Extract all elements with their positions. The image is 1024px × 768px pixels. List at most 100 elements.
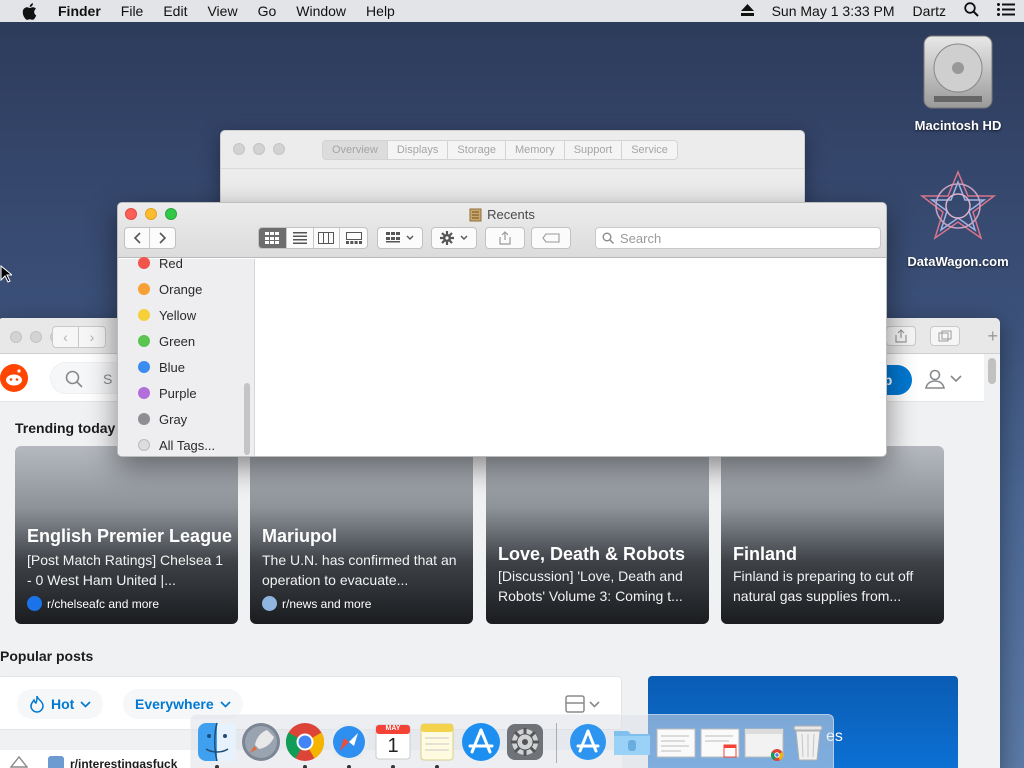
forward-icon[interactable] — [150, 228, 175, 248]
finder-title: Recents — [118, 207, 886, 222]
minimize-button[interactable] — [30, 331, 42, 343]
layout-toggle-button[interactable] — [565, 695, 600, 713]
trending-card-mariupol[interactable]: Mariupol The U.N. has confirmed that an … — [250, 446, 473, 624]
card-subreddit-label: r/chelseafc and more — [47, 596, 160, 611]
menu-app-name[interactable]: Finder — [48, 0, 111, 22]
menu-view[interactable]: View — [197, 0, 247, 22]
safari-icon[interactable] — [328, 721, 370, 763]
document-icon[interactable] — [655, 721, 697, 763]
sidebar-tag-purple[interactable]: Purple — [138, 383, 197, 403]
trending-card-love-death-robots[interactable]: Love, Death & Robots [Discussion] 'Love,… — [486, 446, 709, 624]
sidebar-all-tags[interactable]: All Tags... — [138, 435, 215, 455]
calendar-icon[interactable]: MAY 1 — [372, 721, 414, 763]
close-button[interactable] — [10, 331, 22, 343]
minimize-button[interactable] — [253, 143, 265, 155]
icon-view-icon[interactable] — [259, 228, 287, 248]
sidebar-tag-blue[interactable]: Blue — [138, 357, 185, 377]
finder-icon[interactable] — [196, 721, 238, 763]
user-icon — [925, 369, 945, 389]
divider — [221, 168, 804, 169]
list-view-icon[interactable] — [287, 228, 314, 248]
tag-color-dot — [138, 387, 150, 399]
system-preferences-icon[interactable] — [504, 721, 546, 763]
finder-content-area[interactable] — [256, 259, 886, 456]
back-icon[interactable]: ‹ — [53, 327, 79, 347]
menu-go[interactable]: Go — [248, 0, 287, 22]
tab-storage[interactable]: Storage — [448, 141, 506, 159]
sort-hot-button[interactable]: Hot — [17, 689, 104, 719]
apple-menu-icon[interactable] — [18, 0, 40, 22]
subreddit-icon — [27, 596, 42, 611]
back-icon[interactable] — [125, 228, 151, 248]
menu-file[interactable]: File — [111, 0, 154, 22]
user-menu-button[interactable] — [924, 368, 962, 390]
chrome-icon[interactable] — [284, 721, 326, 763]
menu-edit[interactable]: Edit — [153, 0, 197, 22]
desktop-icon-macintosh-hd[interactable]: Macintosh HD — [898, 32, 1018, 133]
sidebar-scrollbar[interactable] — [244, 383, 250, 455]
subreddit-icon — [48, 756, 64, 768]
card-description: The U.N. has confirmed that an operation… — [262, 552, 457, 588]
window-title: Recents — [487, 207, 535, 222]
scrollbar-thumb[interactable] — [988, 358, 996, 384]
card-subreddit-label: r/news and more — [282, 596, 372, 611]
tab-overview[interactable]: Overview — [323, 141, 388, 159]
desktop-icon-datawagon[interactable]: DataWagon.com — [898, 168, 1018, 269]
clock[interactable]: Sun May 1 3:33 PM — [763, 3, 904, 19]
upvote-icon[interactable] — [10, 756, 28, 768]
column-view-icon[interactable] — [314, 228, 341, 248]
reddit-logo-icon[interactable] — [0, 364, 28, 392]
trending-card-premier-league[interactable]: English Premier League [Post Match Ratin… — [15, 446, 238, 624]
share-button[interactable] — [485, 227, 525, 249]
menu-window[interactable]: Window — [286, 0, 356, 22]
action-button[interactable] — [431, 227, 477, 249]
app-store-icon[interactable] — [460, 721, 502, 763]
card-description: [Discussion] 'Love, Death and Robots' Vo… — [498, 568, 683, 604]
sidebar-tag-gray[interactable]: Gray — [138, 409, 187, 429]
group-by-button[interactable] — [377, 227, 423, 249]
window-controls — [233, 143, 285, 155]
sidebar-tag-green[interactable]: Green — [138, 331, 195, 351]
new-tab-icon[interactable]: + — [987, 326, 998, 347]
trash-icon[interactable] — [787, 721, 829, 763]
tabs-overview-icon[interactable] — [930, 326, 960, 346]
close-button[interactable] — [233, 143, 245, 155]
notification-center-icon[interactable] — [988, 3, 1024, 19]
sidebar-tag-orange[interactable]: Orange — [138, 279, 202, 299]
share-icon[interactable] — [886, 326, 916, 346]
tab-service[interactable]: Service — [622, 141, 677, 159]
launchpad-icon[interactable] — [240, 721, 282, 763]
post-subreddit[interactable]: r/interestingasfuck — [70, 757, 177, 768]
app-store-downloads-icon[interactable] — [567, 721, 609, 763]
tab-displays[interactable]: Displays — [387, 141, 449, 159]
folder-icon[interactable] — [611, 721, 653, 763]
card-subreddit: r/news and more — [262, 596, 371, 611]
chevron-down-icon — [950, 375, 962, 383]
spotlight-search-icon[interactable] — [955, 2, 988, 20]
user-name[interactable]: Dartz — [904, 3, 955, 19]
chevron-down-icon — [80, 700, 91, 708]
zoom-button[interactable] — [273, 143, 285, 155]
popular-posts-heading: Popular posts — [0, 648, 94, 664]
finder-search-field[interactable]: Search — [595, 227, 881, 249]
gear-icon — [432, 228, 476, 248]
tag-label: Purple — [159, 385, 197, 401]
eject-icon[interactable] — [732, 3, 763, 19]
card-title: Love, Death & Robots — [498, 544, 686, 564]
gallery-view-icon[interactable] — [340, 228, 367, 248]
tab-memory[interactable]: Memory — [505, 141, 565, 159]
document-calendar-icon[interactable] — [699, 721, 741, 763]
trending-card-finland[interactable]: Finland Finland is preparing to cut off … — [721, 446, 944, 624]
browser-scrollbar[interactable] — [988, 358, 996, 768]
sidebar-tag-red[interactable]: Red — [138, 253, 183, 273]
sidebar-tag-yellow[interactable]: Yellow — [138, 305, 196, 325]
menu-help[interactable]: Help — [356, 0, 405, 22]
tags-button[interactable] — [531, 227, 571, 249]
chrome-window-icon[interactable] — [743, 721, 785, 763]
card-description: Finland is preparing to cut off natural … — [733, 568, 914, 604]
notes-icon[interactable] — [416, 721, 458, 763]
tag-label: Orange — [159, 281, 203, 297]
recents-icon — [469, 208, 482, 221]
forward-icon[interactable]: › — [79, 327, 105, 347]
tab-support[interactable]: Support — [564, 141, 623, 159]
